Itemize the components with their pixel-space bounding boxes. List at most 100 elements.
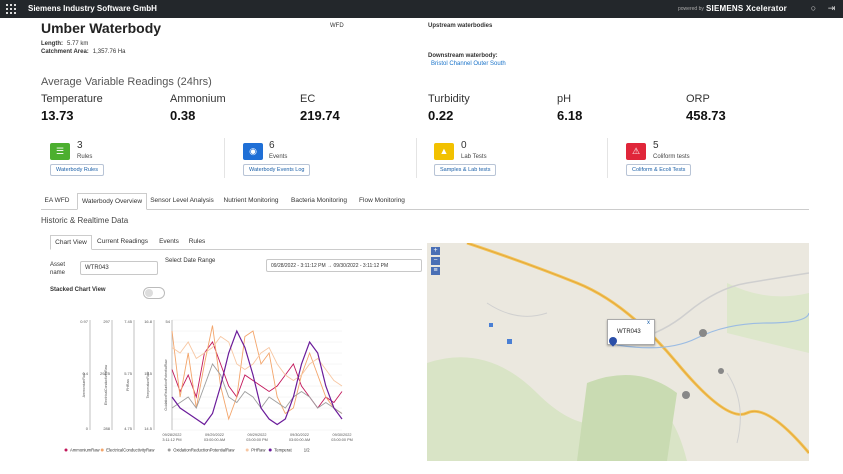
logout-icon[interactable]: ⇥ — [826, 3, 837, 14]
tab-bacteria-monitoring[interactable]: Bacteria Monitoring — [287, 193, 351, 208]
x-axis-tick-label: 3:11:12 PM — [162, 438, 181, 442]
y-axis-tick-label: 5.75 — [124, 371, 133, 376]
x-axis-tick-label: 03:00:00 AM — [204, 438, 225, 442]
stacked-chart-label: Stacked Chart View — [50, 287, 106, 293]
catchment-info: Catchment Area: 1,357.76 Ha — [41, 49, 126, 55]
tab-ea-wfd[interactable]: EA WFD — [41, 193, 73, 208]
reading-label-turbidity: Turbidity — [428, 93, 470, 105]
x-axis-tick-label: 09/28/2022 — [162, 433, 181, 437]
page-title: Umber Waterbody — [41, 20, 162, 36]
x-axis-tick-label: 09/30/2022 — [332, 433, 351, 437]
coliform-label: Coliform tests — [653, 154, 690, 160]
x-axis-tick-label: 03:00:00 AM — [289, 438, 310, 442]
asset-name-input[interactable]: WTR043 — [80, 261, 158, 275]
y-axis-tick-label: 288 — [103, 426, 110, 431]
y-axis-tick-label: 14.5 — [144, 426, 153, 431]
list-icon: ☰ — [50, 143, 70, 160]
reading-label-ph: pH — [557, 93, 572, 105]
y-axis-tick-label: 7.45 — [124, 319, 133, 324]
downstream-link[interactable]: Bristol Channel Outer South — [431, 61, 506, 67]
popup-asset-label: WTR043 — [617, 329, 641, 335]
map-terrain — [427, 243, 809, 461]
tab-events[interactable]: Events — [155, 235, 183, 248]
layers-button[interactable]: ≡ — [431, 267, 440, 275]
upstream-label: Upstream waterbodies — [428, 23, 493, 29]
y-axis-tick-label: 16.8 — [144, 319, 153, 324]
historic-line-chart: 0.970.40AmmoniumRaw297292.5288Electrical… — [64, 319, 353, 453]
wfd-label: WFD — [330, 23, 344, 29]
legend-marker — [64, 448, 68, 452]
samples-lab-tests-button[interactable]: Samples & Lab tests — [434, 164, 497, 176]
legend-item: OxidationReductionPotentialRaw — [173, 448, 235, 453]
waterbody-rules-button[interactable]: Waterbody Rules — [50, 164, 104, 176]
legend-item: Temperat — [274, 448, 292, 453]
rules-count: 3 — [77, 140, 83, 151]
flask-icon: ▲ — [434, 143, 454, 160]
length-info: Length: 5.77 km — [41, 41, 89, 47]
lab-tests-count: 0 — [461, 140, 467, 151]
events-label: Events — [269, 154, 288, 160]
reading-value-ec: 219.74 — [300, 108, 340, 123]
tab-sensor-level-analysis[interactable]: Sensor Level Analysis — [149, 193, 215, 208]
legend-marker — [245, 448, 249, 452]
reading-value-ph: 6.18 — [557, 108, 583, 123]
date-range-label: Select Date Range — [165, 258, 216, 264]
series-line-temperatureraw — [171, 329, 343, 426]
divider — [416, 138, 417, 178]
tab-rules[interactable]: Rules — [186, 235, 208, 248]
map-view[interactable]: + − ≡ x WTR043 — [427, 243, 809, 461]
zoom-in-button[interactable]: + — [431, 247, 440, 255]
legend-item: 1/2 — [304, 448, 310, 453]
reading-label-ammonium: Ammonium — [170, 93, 226, 105]
reading-label-orp: ORP — [686, 93, 710, 105]
reading-label-temperature: Temperature — [41, 93, 103, 105]
tab-chart-view[interactable]: Chart View — [50, 235, 92, 250]
y-axis-title: OxidationReductionPotentialRaw — [164, 359, 168, 411]
legend-item: PHRaw — [251, 448, 266, 453]
y-axis-tick-label: 4.75 — [124, 426, 133, 431]
reading-value-turbidity: 0.22 — [428, 108, 454, 123]
reading-value-ammonium: 0.38 — [170, 108, 196, 123]
legend-marker — [268, 448, 272, 452]
readings-title: Average Variable Readings (24hrs) — [41, 76, 212, 88]
lab-tests-label: Lab Tests — [461, 154, 487, 160]
powered-by-label: powered by — [678, 6, 704, 12]
reading-value-orp: 458.73 — [686, 108, 726, 123]
events-count: 6 — [269, 140, 275, 151]
date-range-input[interactable]: 09/28/2022 - 3:11:12 PM → 09/30/2022 - 3… — [266, 259, 422, 272]
reading-label-ec: EC — [300, 93, 316, 105]
company-name: Siemens Industry Software GmbH — [28, 4, 157, 13]
waterbody-events-log-button[interactable]: Waterbody Events Log — [243, 164, 311, 176]
y-axis-tick-label: 0 — [86, 426, 89, 431]
popup-close-icon[interactable]: x — [647, 320, 650, 326]
tab-waterbody-overview[interactable]: Waterbody Overview — [77, 193, 147, 210]
y-axis-tick-label: 297 — [103, 319, 110, 324]
bell-icon[interactable]: ○ — [808, 3, 819, 14]
alert-icon: ⚠ — [626, 143, 646, 160]
legend-item: ElectricalConductivityRaw — [106, 448, 155, 453]
stacked-chart-toggle[interactable] — [143, 287, 165, 299]
y-axis-title: ElectricalConductivityRaw — [104, 364, 108, 405]
series-line-phraw — [171, 335, 343, 387]
y-axis-title: TemperatureRaw — [146, 371, 150, 398]
tab-current-readings[interactable]: Current Readings — [95, 235, 150, 248]
y-axis-title: PHRaw — [126, 379, 130, 391]
drop-icon: ◉ — [243, 143, 263, 160]
y-axis-tick-label: 54 — [166, 319, 171, 324]
grid-menu-icon[interactable] — [6, 4, 16, 14]
x-axis-tick-label: 09/29/2022 — [247, 433, 266, 437]
brand-logo: SIEMENS Xcelerator — [706, 4, 787, 13]
y-axis-tick-label: 0.97 — [80, 319, 89, 324]
x-axis-tick-label: 09/30/2022 — [290, 433, 309, 437]
x-axis-tick-label: 03:00:00 PM — [331, 438, 353, 442]
rules-label: Rules — [77, 154, 93, 160]
legend-marker — [100, 448, 104, 452]
tab-nutrient-monitoring[interactable]: Nutrient Monitoring — [219, 193, 283, 208]
coliform-ecoli-tests-button[interactable]: Coliform & Ecoli Tests — [626, 164, 692, 176]
divider — [607, 138, 608, 178]
coliform-count: 5 — [653, 140, 659, 151]
tab-flow-monitoring[interactable]: Flow Monitoring — [355, 193, 409, 208]
zoom-out-button[interactable]: − — [431, 257, 440, 265]
section-title: Historic & Realtime Data — [41, 216, 129, 225]
downstream-label: Downstream waterbody: — [428, 53, 498, 59]
